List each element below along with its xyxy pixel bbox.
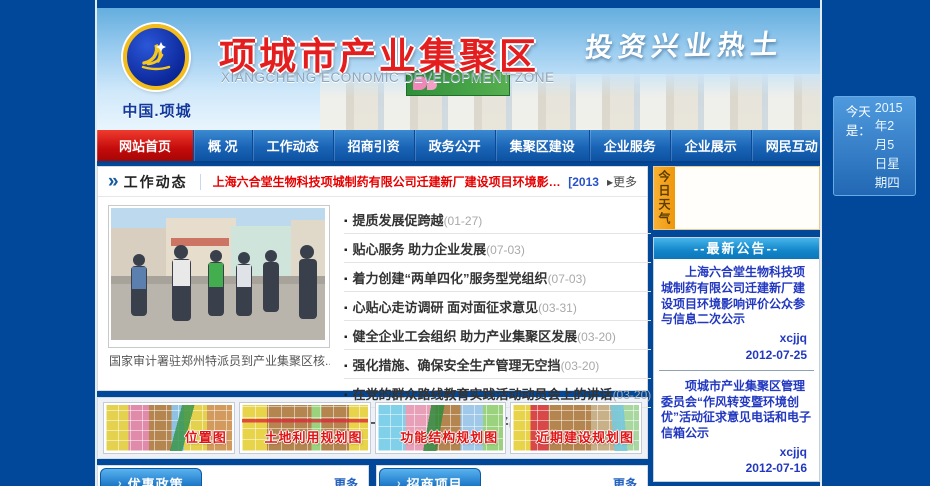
- officials-photo-image: [111, 208, 325, 340]
- news-ticker-link[interactable]: 上海六合堂生物科技项城制药有限公司迁建新厂建设项目环境影响评价公众参与信息一次公…: [213, 173, 567, 190]
- arrow-icon: ›: [118, 478, 123, 486]
- news-list: ▪提质发展促跨越(01-27) ▪贴心服务 助力企业发展(07-03) ▪着力创…: [344, 205, 651, 436]
- nav-item-overview[interactable]: 概 况: [194, 130, 253, 161]
- news-list-item[interactable]: ▪心贴心走访调研 面对面征求意见(03-31): [344, 292, 651, 321]
- announcements-title: --最新公告--: [654, 238, 819, 259]
- right-column: 今日天气 --最新公告-- 上海六合堂生物科技项城制药有限公司迁建新厂建设项目环…: [653, 166, 820, 486]
- map-label: 位置图: [185, 427, 227, 446]
- double-chevron-icon: »: [108, 172, 119, 191]
- preferential-policy-section: › 优惠政策 更多: [97, 465, 369, 486]
- photo-caption: 国家审计署驻郑州特派员到产业集聚区核...: [108, 348, 330, 369]
- swan-logo-icon: [134, 33, 178, 82]
- main-nav: 网站首页 概 况 工作动态 招商引资 政务公开 集聚区建设 企业服务 企业展示 …: [97, 130, 820, 163]
- news-date: (03-20): [577, 330, 616, 344]
- arrow-icon: ›: [397, 478, 402, 486]
- ticker-more-link[interactable]: ▸更多: [607, 173, 637, 190]
- work-news-header: » 工作动态 上海六合堂生物科技项城制药有限公司迁建新厂建设项目环境影响评价公众…: [98, 167, 647, 197]
- more-link[interactable]: 更多: [613, 475, 637, 486]
- announcement-link[interactable]: 上海六合堂生物科技项城制药有限公司迁建新厂建设项目环境影响评价公众参与信息二次公…: [654, 259, 819, 330]
- weather-title: 今日天气: [654, 167, 675, 229]
- bullet-icon: ▪: [344, 245, 348, 256]
- nav-item-citizen-interaction[interactable]: 网民互动: [752, 130, 833, 161]
- region-label: 中国.项城: [107, 100, 207, 121]
- map-label: 功能结构规划图: [400, 427, 498, 446]
- nav-item-enterprise-service[interactable]: 企业服务: [590, 130, 671, 161]
- site-subtitle: XIANGCHENG ECONOMIC DEVELOPMENT ZONE: [221, 70, 555, 85]
- tab-investment-projects[interactable]: › 招商项目: [379, 468, 481, 486]
- site-slogan: 投资兴业热土: [583, 22, 786, 64]
- announcement-author: xcjjq: [666, 444, 807, 460]
- map-thumbnail-function-structure[interactable]: 功能结构规划图: [376, 403, 506, 453]
- nav-item-enterprise-showcase[interactable]: 企业展示: [671, 130, 752, 161]
- announcements-section: --最新公告-- 上海六合堂生物科技项城制药有限公司迁建新厂建设项目环境影响评价…: [653, 237, 820, 482]
- current-date-display: 今天是： 2015年2月5日星期四: [833, 96, 916, 196]
- bullet-icon: ▪: [344, 332, 348, 343]
- news-list-item[interactable]: ▪强化措施、确保安全生产管理无空挡(03-20): [344, 350, 651, 379]
- page-container: 中国.项城 项城市产业集聚区 XIANGCHENG ECONOMIC DEVEL…: [95, 0, 822, 486]
- site-logo: [123, 24, 189, 90]
- bullet-icon: ▪: [344, 361, 348, 372]
- date-value: 2015年2月5日星期四: [875, 101, 903, 191]
- weather-widget: 今日天气: [653, 166, 820, 230]
- bullet-icon: ▪: [344, 274, 348, 285]
- announcement-meta: xcjjq 2012-07-16: [654, 444, 819, 481]
- section-title: 工作动态: [124, 172, 188, 192]
- news-list-item[interactable]: ▪健全企业工会组织 助力产业集聚区发展(03-20): [344, 321, 651, 350]
- map-thumbnail-location[interactable]: 位置图: [104, 403, 234, 453]
- divider: [659, 370, 814, 371]
- nav-item-investment[interactable]: 招商引资: [334, 130, 415, 161]
- divider: [200, 174, 201, 190]
- main-content: » 工作动态 上海六合堂生物科技项城制药有限公司迁建新厂建设项目环境影响评价公众…: [97, 166, 820, 486]
- announcement-date: 2012-07-25: [666, 347, 807, 363]
- news-date: (03-20): [613, 388, 652, 402]
- nav-item-work-news[interactable]: 工作动态: [253, 130, 334, 161]
- bullet-icon: ▪: [344, 216, 348, 227]
- investment-projects-section: › 招商项目 更多: [376, 465, 648, 486]
- announcement-author: xcjjq: [666, 330, 807, 346]
- map-label: 近期建设规划图: [536, 427, 634, 446]
- nav-item-gov-affairs[interactable]: 政务公开: [415, 130, 496, 161]
- announcement-meta: xcjjq 2012-07-25: [654, 330, 819, 367]
- nav-item-home[interactable]: 网站首页: [97, 130, 194, 161]
- more-link[interactable]: 更多: [334, 475, 358, 486]
- news-photo[interactable]: [108, 205, 330, 348]
- announcement-link[interactable]: 项城市产业集聚区管理委员会“作风转变暨环境创优”活动征求意见电话和电子信箱公示: [654, 373, 819, 444]
- nav-item-zone-construction[interactable]: 集聚区建设: [496, 130, 590, 161]
- site-header-banner: 中国.项城 项城市产业集聚区 XIANGCHENG ECONOMIC DEVEL…: [97, 8, 820, 130]
- date-label: 今天是：: [846, 101, 871, 191]
- map-thumbnail-recent-construction[interactable]: 近期建设规划图: [511, 403, 641, 453]
- weather-content: [675, 167, 819, 229]
- news-list-item[interactable]: ▪着力创建“两单四化”服务型党组织(07-03): [344, 263, 651, 292]
- news-date: (07-03): [548, 272, 587, 286]
- bullet-icon: ▪: [344, 390, 348, 401]
- news-date: (07-03): [486, 243, 525, 257]
- news-date: (03-20): [561, 359, 600, 373]
- map-label: 土地利用规划图: [264, 427, 362, 446]
- news-list-item[interactable]: ▪提质发展促跨越(01-27): [344, 205, 651, 234]
- map-thumbnail-land-use[interactable]: 土地利用规划图: [240, 403, 370, 453]
- announcement-date: 2012-07-16: [666, 460, 807, 476]
- news-date: (03-31): [538, 301, 577, 315]
- work-news-section: » 工作动态 上海六合堂生物科技项城制药有限公司迁建新厂建设项目环境影响评价公众…: [97, 166, 648, 391]
- tab-preferential-policy[interactable]: › 优惠政策: [100, 468, 202, 486]
- bullet-icon: ▪: [344, 303, 348, 314]
- left-column: » 工作动态 上海六合堂生物科技项城制药有限公司迁建新厂建设项目环境影响评价公众…: [97, 166, 648, 486]
- work-news-body: 国家审计署驻郑州特派员到产业集聚区核... ▪提质发展促跨越(01-27) ▪贴…: [98, 197, 647, 436]
- ticker-date: [2013: [568, 175, 599, 189]
- news-date: (01-27): [444, 214, 483, 228]
- news-list-item[interactable]: ▪贴心服务 助力企业发展(07-03): [344, 234, 651, 263]
- bottom-sections-row: › 优惠政策 更多 › 招商项目 更多: [97, 465, 648, 486]
- news-photo-block: 国家审计署驻郑州特派员到产业集聚区核...: [108, 205, 330, 436]
